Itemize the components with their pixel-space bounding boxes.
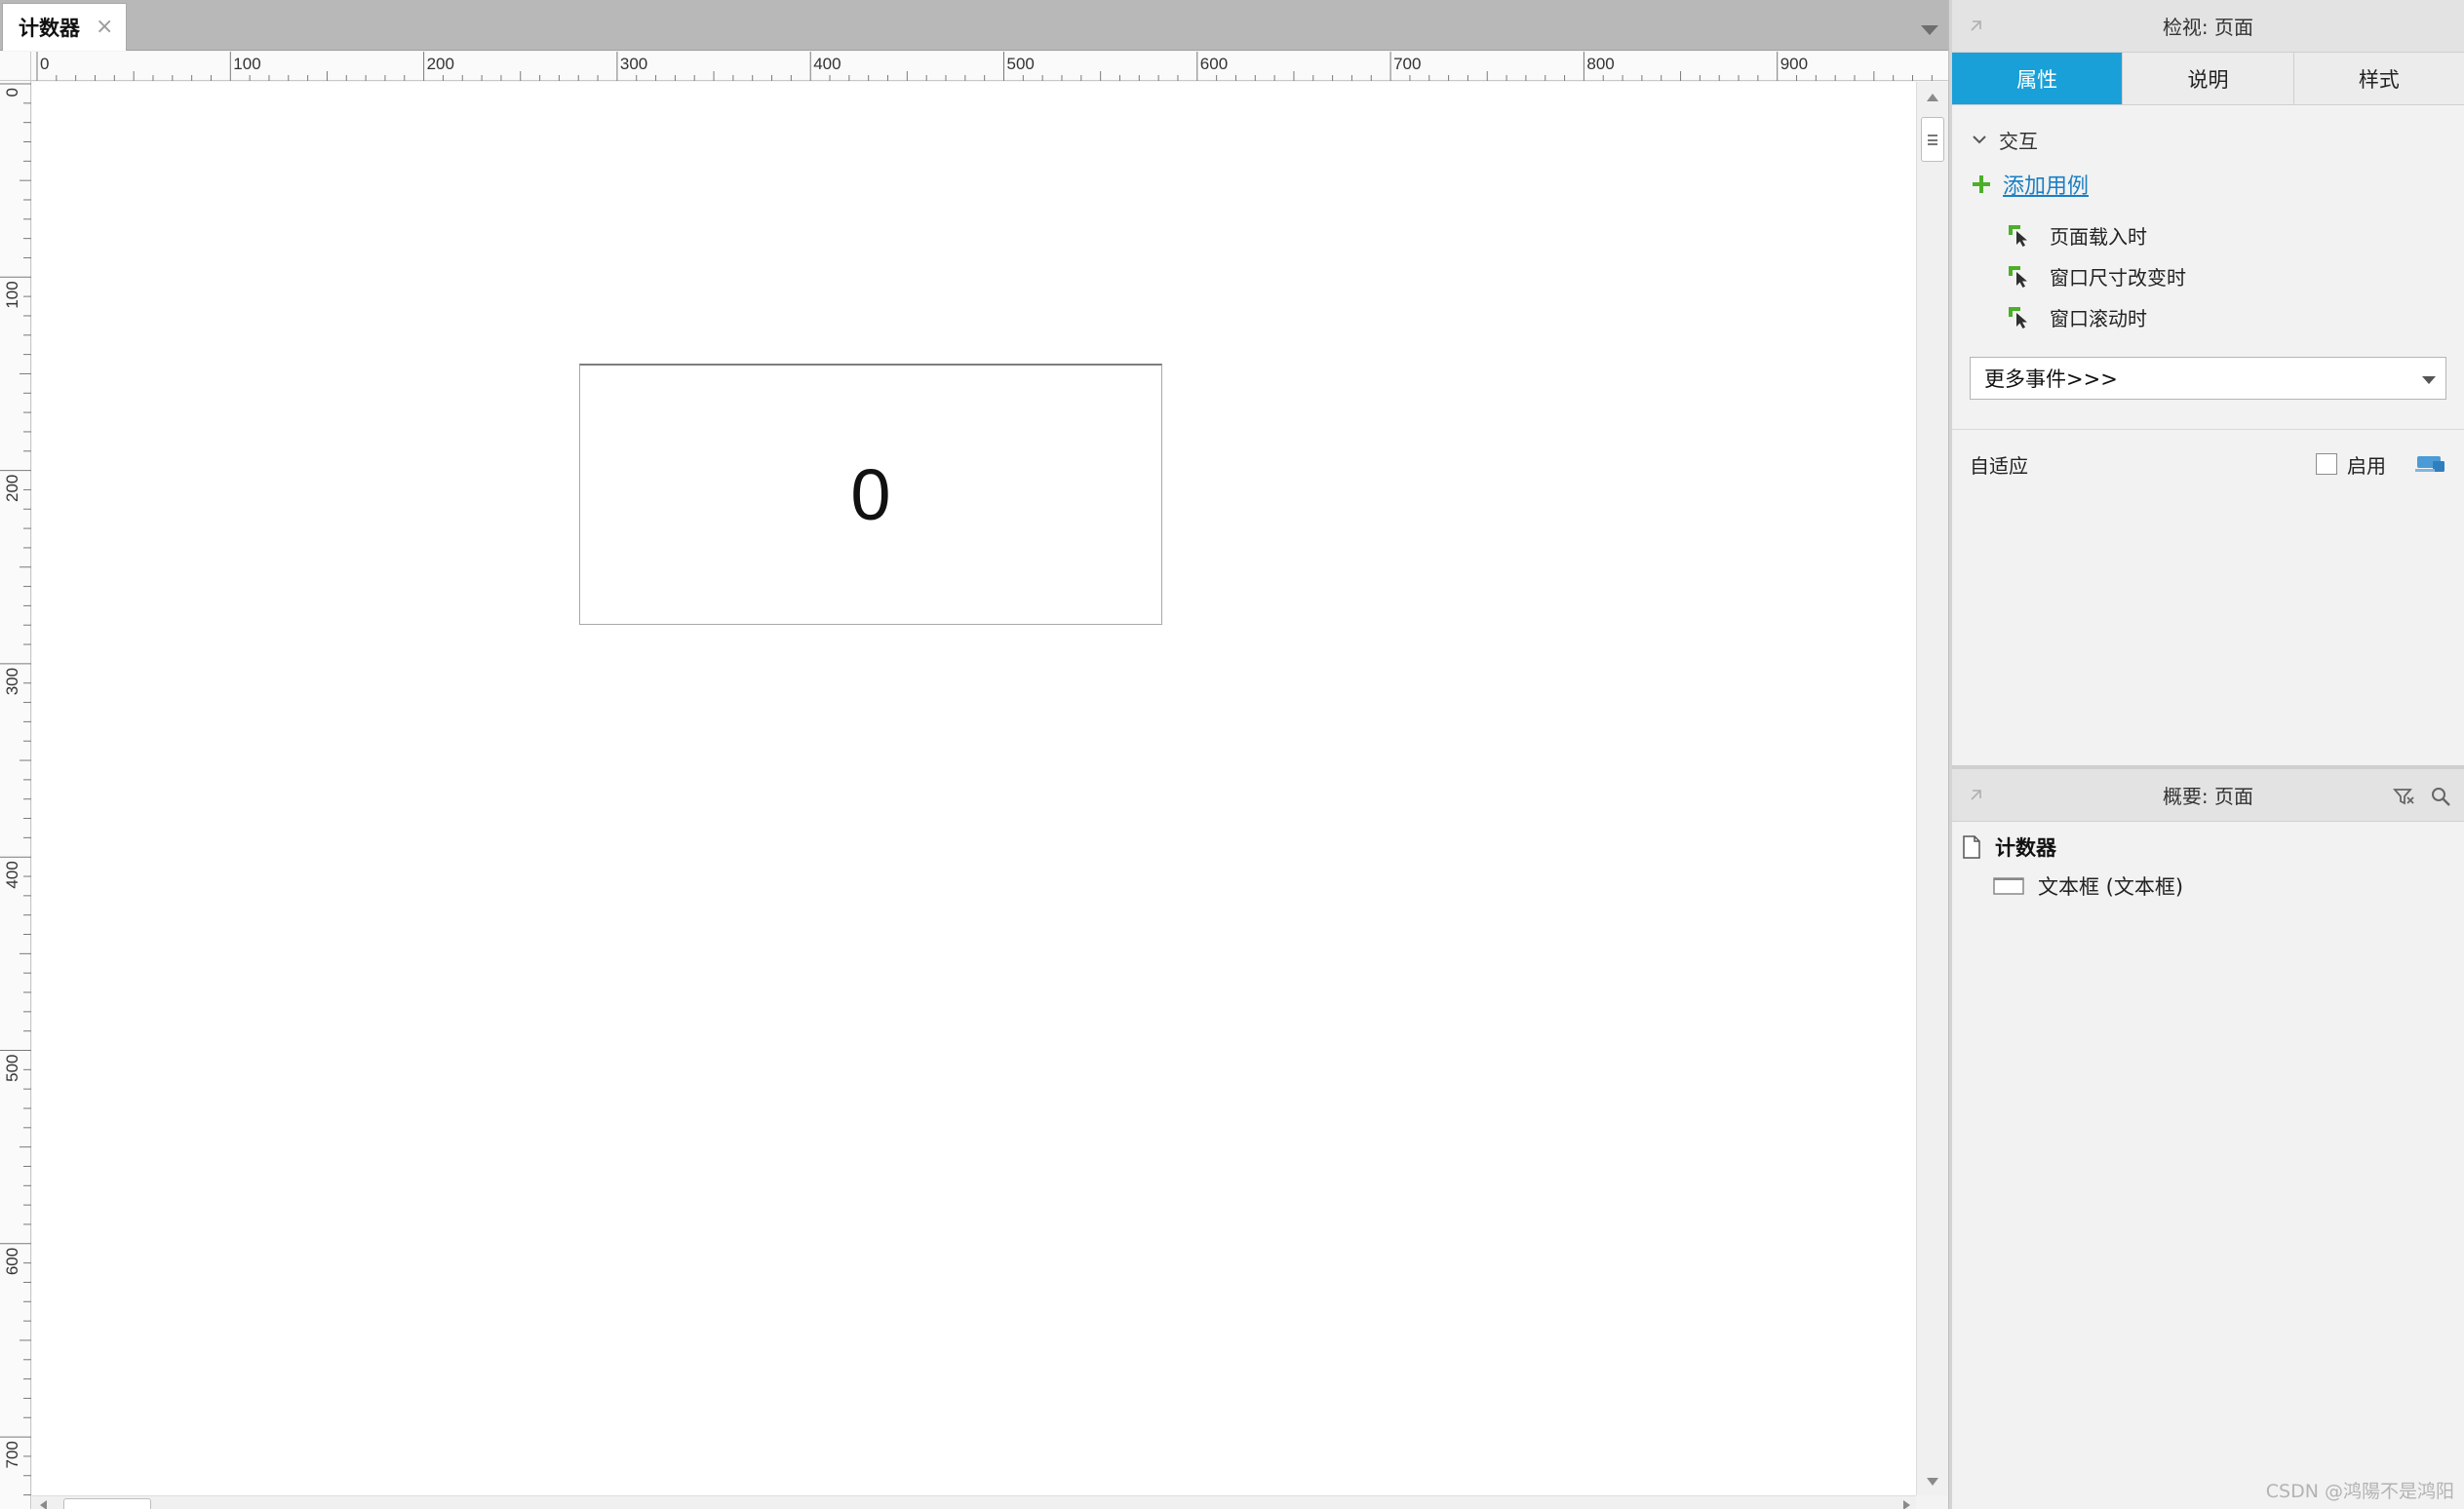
outline-tools <box>2392 785 2452 808</box>
horizontal-scroll-thumb[interactable] <box>63 1498 151 1509</box>
ruler-label: 400 <box>813 55 841 73</box>
event-label: 窗口滚动时 <box>2050 306 2147 330</box>
cursor-event-icon <box>2009 307 2027 329</box>
ruler-label: 700 <box>3 1441 21 1468</box>
tree-text-box-label: 文本框 (文本框) <box>2038 875 2184 899</box>
interaction-section-label: 交互 <box>1999 129 2038 153</box>
page-icon <box>1963 835 1980 859</box>
ruler-vertical-ticks: 0 100 200 300 400 500 600 700 <box>0 83 31 1496</box>
tab-bar: 计数器 × <box>0 0 1948 51</box>
ruler-label: 0 <box>3 88 21 97</box>
vertical-scrollbar[interactable] <box>1916 82 1948 1495</box>
cursor-event-icon <box>2009 266 2027 288</box>
event-label: 窗口尺寸改变时 <box>2050 265 2186 290</box>
plus-icon[interactable] <box>1970 173 1993 196</box>
filter-icon[interactable] <box>2392 785 2415 808</box>
scroll-left-icon[interactable] <box>40 1500 47 1509</box>
text-box-icon <box>1993 877 2024 895</box>
interactions-section: 交互 添加用例 页面载入时 窗口尺寸改变时 窗口滚动时 更多事件>>> <box>1952 117 2464 400</box>
tab-notes[interactable]: 说明 <box>2123 53 2294 104</box>
vertical-scroll-thumb[interactable] <box>1921 117 1944 162</box>
tab-properties[interactable]: 属性 <box>1952 53 2124 104</box>
ruler-label: 200 <box>427 55 454 73</box>
app-root: 计数器 × 0 100 200 300 400 500 600 700 800 900 0 100 2… <box>0 0 2464 1509</box>
ruler-label: 400 <box>3 861 21 888</box>
event-label: 页面载入时 <box>2050 224 2147 249</box>
outline-tree: 计数器 文本框 (文本框) <box>1952 822 2464 906</box>
more-events-value: 更多事件>>> <box>1984 368 2118 391</box>
ruler-label: 700 <box>1393 55 1421 73</box>
design-canvas[interactable]: 0 <box>32 82 1916 1495</box>
ruler-horizontal: 0 100 200 300 400 500 600 700 800 900 <box>31 52 1948 81</box>
pin-icon[interactable] <box>1970 788 1983 801</box>
ruler-label: 0 <box>40 55 49 73</box>
inspector-panel: 检视: 页面 属性 说明 样式 交互 添加用例 页面载入时 窗口尺寸改变时 窗口… <box>1952 0 2464 498</box>
ruler-label: 300 <box>3 668 21 695</box>
outline-header: 概要: 页面 <box>1952 769 2464 822</box>
ruler-label: 500 <box>1007 55 1035 73</box>
event-window-scroll[interactable]: 窗口滚动时 <box>2007 296 2446 337</box>
cursor-event-icon <box>2009 225 2027 247</box>
text-box-widget[interactable]: 0 <box>579 364 1162 625</box>
more-events-dropdown[interactable]: 更多事件>>> <box>1970 357 2446 400</box>
enable-adaptive-checkbox[interactable] <box>2316 453 2337 475</box>
ruler-vertical: 0 100 200 300 400 500 600 700 <box>0 81 31 1509</box>
interaction-section-header[interactable]: 交互 <box>1970 117 2446 162</box>
ruler-label: 200 <box>3 475 21 502</box>
watermark-text: CSDN @鸿陽不是鸿阳 <box>2265 1481 2454 1502</box>
tab-document[interactable]: 计数器 × <box>2 3 127 51</box>
ruler-label: 600 <box>1200 55 1228 73</box>
adaptive-row: 自适应 启用 <box>1952 430 2464 498</box>
device-icon[interactable] <box>2415 453 2446 475</box>
inspector-header: 检视: 页面 <box>1952 0 2464 53</box>
chevron-down-icon <box>2422 376 2436 384</box>
scroll-up-icon[interactable] <box>1927 94 1938 101</box>
pin-icon[interactable] <box>1970 19 1983 32</box>
add-case-row[interactable]: 添加用例 <box>1970 162 2446 207</box>
outline-panel: 概要: 页面 计数器 文本框 (文本框) <box>1952 765 2464 1509</box>
inspector-tabs: 属性 说明 样式 <box>1952 53 2464 105</box>
outline-title: 概要: 页面 <box>2162 785 2254 808</box>
scroll-right-icon[interactable] <box>1903 1500 1910 1509</box>
event-window-resize[interactable]: 窗口尺寸改变时 <box>2007 255 2446 296</box>
close-icon[interactable]: × <box>96 17 113 38</box>
horizontal-scrollbar[interactable] <box>32 1495 1916 1509</box>
tree-page-label: 计数器 <box>1995 836 2056 860</box>
chevron-down-icon[interactable] <box>1970 130 1989 149</box>
scroll-down-icon[interactable] <box>1927 1478 1938 1486</box>
ruler-horizontal-ticks: 0 100 200 300 400 500 600 700 800 900 <box>36 52 1933 81</box>
tab-style[interactable]: 样式 <box>2293 53 2464 104</box>
text-box-value: 0 <box>850 454 891 535</box>
event-list: 页面载入时 窗口尺寸改变时 窗口滚动时 <box>1970 214 2446 337</box>
tab-document-label: 计数器 <box>19 17 80 40</box>
enable-label: 启用 <box>2347 453 2386 478</box>
ruler-label: 600 <box>3 1248 21 1275</box>
right-panels: 检视: 页面 属性 说明 样式 交互 添加用例 页面载入时 窗口尺寸改变时 窗口… <box>1952 0 2464 1509</box>
ruler-label: 800 <box>1586 55 1614 73</box>
ruler-corner <box>0 52 31 81</box>
event-page-load[interactable]: 页面载入时 <box>2007 214 2446 255</box>
ruler-label: 100 <box>233 55 260 73</box>
tree-item-page[interactable]: 计数器 <box>1962 828 2464 867</box>
ruler-label: 300 <box>620 55 647 73</box>
add-case-link[interactable]: 添加用例 <box>2003 169 2089 200</box>
tree-item-text-box[interactable]: 文本框 (文本框) <box>1962 867 2464 906</box>
ruler-label: 500 <box>3 1055 21 1082</box>
ruler-label: 900 <box>1780 55 1808 73</box>
tab-menu-dropdown-icon[interactable] <box>1921 25 1938 35</box>
grip-icon <box>1928 134 1937 145</box>
adaptive-label: 自适应 <box>1970 453 2028 478</box>
inspector-title: 检视: 页面 <box>2162 16 2254 39</box>
ruler-label: 100 <box>3 281 21 308</box>
search-icon[interactable] <box>2429 785 2452 808</box>
